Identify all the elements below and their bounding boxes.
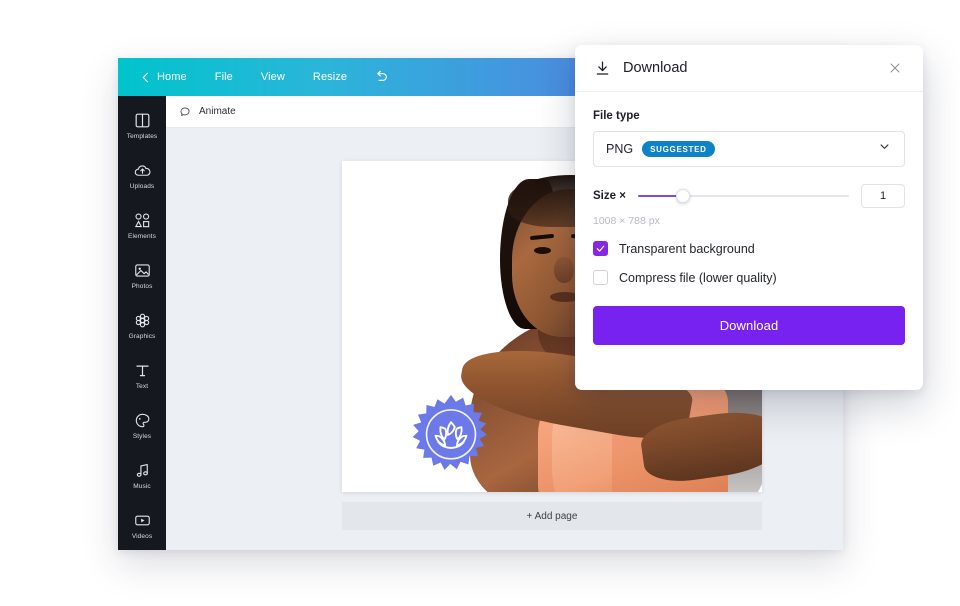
templates-icon [133, 111, 152, 130]
undo-arrow-icon [377, 70, 387, 81]
file-type-dropdown[interactable]: PNG SUGGESTED [593, 131, 905, 167]
download-panel-body: File type PNG SUGGESTED Size × 1 1008 × … [575, 92, 923, 345]
animate-icon [180, 107, 190, 116]
transparent-background-checkbox[interactable] [593, 241, 608, 256]
shapes-icon [133, 211, 152, 230]
text-icon [133, 361, 152, 380]
compress-file-label: Compress file (lower quality) [619, 270, 777, 285]
home-label: Home [157, 71, 187, 83]
file-type-value: PNG [606, 142, 634, 156]
cloud-upload-icon [133, 161, 152, 180]
slider-fill [637, 195, 681, 197]
sidebar-item-templates-label: Templates [126, 133, 158, 140]
music-note-icon [133, 461, 152, 480]
check-icon [596, 245, 605, 252]
sidebar-item-videos-label: Videos [131, 533, 153, 540]
video-icon [133, 511, 152, 530]
menu-item-view-label: View [260, 71, 285, 83]
download-panel-title: Download [623, 60, 688, 76]
screenshot-root: Home File View Resize Templates Uploads … [0, 0, 960, 606]
compress-file-row[interactable]: Compress file (lower quality) [593, 270, 905, 285]
flower-icon [133, 311, 152, 330]
transparent-background-row[interactable]: Transparent background [593, 241, 905, 256]
lotus-badge-sticker[interactable] [404, 393, 498, 487]
photo-icon [133, 261, 152, 280]
sidebar-item-photos-label: Photos [131, 283, 153, 290]
sidebar-item-elements[interactable]: Elements [118, 208, 166, 243]
add-page-label: + Add page [526, 510, 578, 522]
transparent-background-label: Transparent background [619, 241, 755, 256]
sidebar-item-photos[interactable]: Photos [118, 258, 166, 293]
suggested-badge: SUGGESTED [642, 141, 715, 157]
size-dimensions-text: 1008 × 788 px [593, 215, 660, 227]
download-button[interactable]: Download [593, 306, 905, 345]
sidebar-item-styles-label: Styles [132, 433, 152, 440]
sidebar-item-text[interactable]: Text [118, 358, 166, 393]
download-button-label: Download [719, 318, 779, 333]
slider-thumb[interactable] [675, 189, 690, 203]
close-button[interactable] [885, 58, 905, 78]
chevron-down-icon [877, 139, 892, 159]
close-icon [890, 63, 900, 73]
sidebar-item-text-label: Text [135, 383, 149, 390]
sidebar-item-music-label: Music [133, 483, 151, 490]
sidebar-item-graphics[interactable]: Graphics [118, 308, 166, 343]
sidebar-item-templates[interactable]: Templates [118, 108, 166, 143]
sidebar-item-music[interactable]: Music [118, 458, 166, 493]
menu-item-resize-label: Resize [312, 71, 348, 83]
size-row: Size × [593, 184, 905, 208]
download-panel: Download File type PNG SUGGESTED Size × [575, 45, 923, 390]
compress-file-checkbox[interactable] [593, 270, 608, 285]
file-type-label: File type [593, 110, 640, 122]
chevron-left-icon [142, 72, 153, 82]
menu-item-file[interactable]: File [201, 67, 247, 87]
size-label: Size × [593, 190, 626, 202]
sidebar-item-styles[interactable]: Styles [118, 408, 166, 443]
size-input[interactable] [861, 184, 905, 208]
sidebar-item-graphics-label: Graphics [128, 333, 156, 340]
sidebar-item-videos[interactable]: Videos [118, 508, 166, 543]
menu-item-file-label: File [214, 71, 233, 83]
menu-item-resize[interactable]: Resize [299, 67, 361, 87]
sidebar-item-elements-label: Elements [128, 233, 156, 240]
undo-button[interactable] [361, 65, 401, 89]
download-panel-header: Download [575, 45, 923, 92]
home-button[interactable]: Home [130, 67, 201, 87]
menu-item-view[interactable]: View [247, 67, 299, 87]
palette-icon [133, 411, 152, 430]
size-slider[interactable] [637, 188, 849, 204]
sidebar-item-uploads[interactable]: Uploads [118, 158, 166, 193]
animate-button-label[interactable]: Animate [199, 106, 236, 117]
download-icon [596, 61, 609, 75]
add-page-button[interactable]: + Add page [342, 502, 762, 530]
sidebar-item-uploads-label: Uploads [129, 183, 155, 190]
left-sidebar: Templates Uploads Elements Photos Graphi… [118, 96, 166, 550]
lotus-badge-icon [412, 394, 487, 470]
